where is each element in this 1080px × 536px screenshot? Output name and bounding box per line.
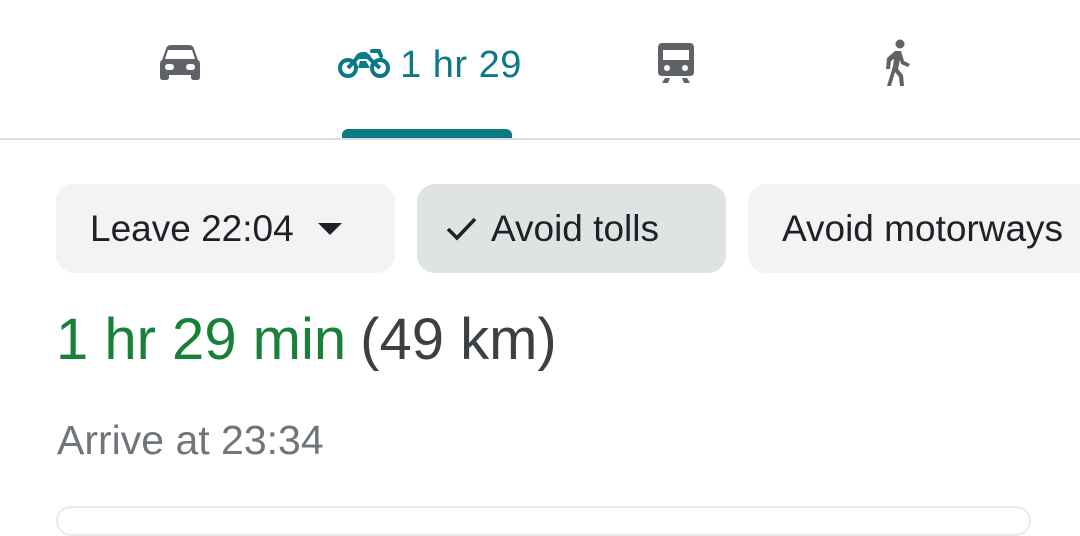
arrival-time: Arrive at 23:34 [57,417,324,463]
check-icon [445,216,477,242]
tab-motorcycle[interactable]: 1 hr 29 [330,30,530,100]
tab-transit[interactable] [636,30,716,100]
route-distance: (49 km) [360,307,557,372]
travel-mode-tabs: 1 hr 29 [0,0,1080,140]
avoid-motorways-chip[interactable]: Avoid motorways [748,184,1080,273]
avoid-tolls-label: Avoid tolls [491,207,659,249]
motorcycle-duration: 1 hr 29 [400,43,522,86]
route-details-card[interactable] [56,506,1031,536]
car-icon [159,44,201,87]
route-summary: 1 hr 29 min (49 km) [56,306,557,373]
leave-time-label: Leave 22:04 [90,207,294,249]
walking-icon [880,39,912,92]
tab-walking[interactable] [856,30,936,100]
tab-driving[interactable] [140,30,220,100]
dropdown-caret-icon [317,222,342,235]
avoid-motorways-label: Avoid motorways [782,207,1064,249]
route-duration: 1 hr 29 min [56,307,347,372]
avoid-tolls-chip[interactable]: Avoid tolls [417,184,726,273]
leave-time-chip[interactable]: Leave 22:04 [56,184,395,273]
selected-tab-indicator [342,129,512,138]
train-icon [657,42,695,89]
motorcycle-icon [338,47,391,84]
